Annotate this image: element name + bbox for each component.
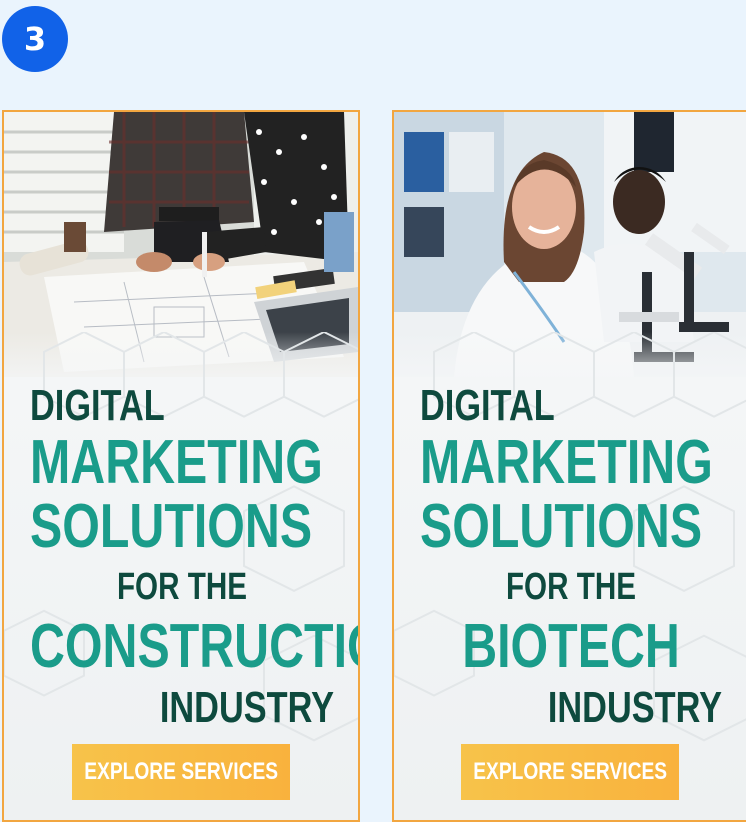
explore-services-label: EXPLORE SERVICES <box>473 758 667 785</box>
step-number: 3 <box>23 20 47 58</box>
headline-line-1: DIGITAL <box>420 381 555 430</box>
headline-line-6: INDUSTRY <box>159 683 334 732</box>
explore-services-button[interactable]: EXPLORE SERVICES <box>461 744 679 800</box>
headline-line-3: SOLUTIONS <box>30 492 313 561</box>
banner-biotech[interactable]: DIGITAL MARKETING SOLUTIONS FOR THE BIOT… <box>392 110 746 822</box>
headline-line-3: SOLUTIONS <box>420 492 703 561</box>
headline-line-6: INDUSTRY <box>547 683 722 732</box>
explore-services-button[interactable]: EXPLORE SERVICES <box>72 744 290 800</box>
banner-headline: DIGITAL MARKETING SOLUTIONS FOR THE CONS… <box>30 381 358 732</box>
banner-construction[interactable]: DIGITAL MARKETING SOLUTIONS FOR THE CONS… <box>2 110 360 822</box>
explore-services-label: EXPLORE SERVICES <box>84 758 278 785</box>
headline-industry-name: CONSTRUCTION <box>30 612 358 681</box>
headline-line-1: DIGITAL <box>30 381 165 430</box>
headline-line-4: FOR THE <box>116 566 248 608</box>
headline-industry-name: BIOTECH <box>462 612 680 681</box>
headline-line-2: MARKETING <box>420 428 713 497</box>
step-number-badge: 3 <box>2 6 68 72</box>
headline-line-4: FOR THE <box>505 566 637 608</box>
headline-line-2: MARKETING <box>30 428 323 497</box>
banner-headline: DIGITAL MARKETING SOLUTIONS FOR THE BIOT… <box>420 384 722 730</box>
